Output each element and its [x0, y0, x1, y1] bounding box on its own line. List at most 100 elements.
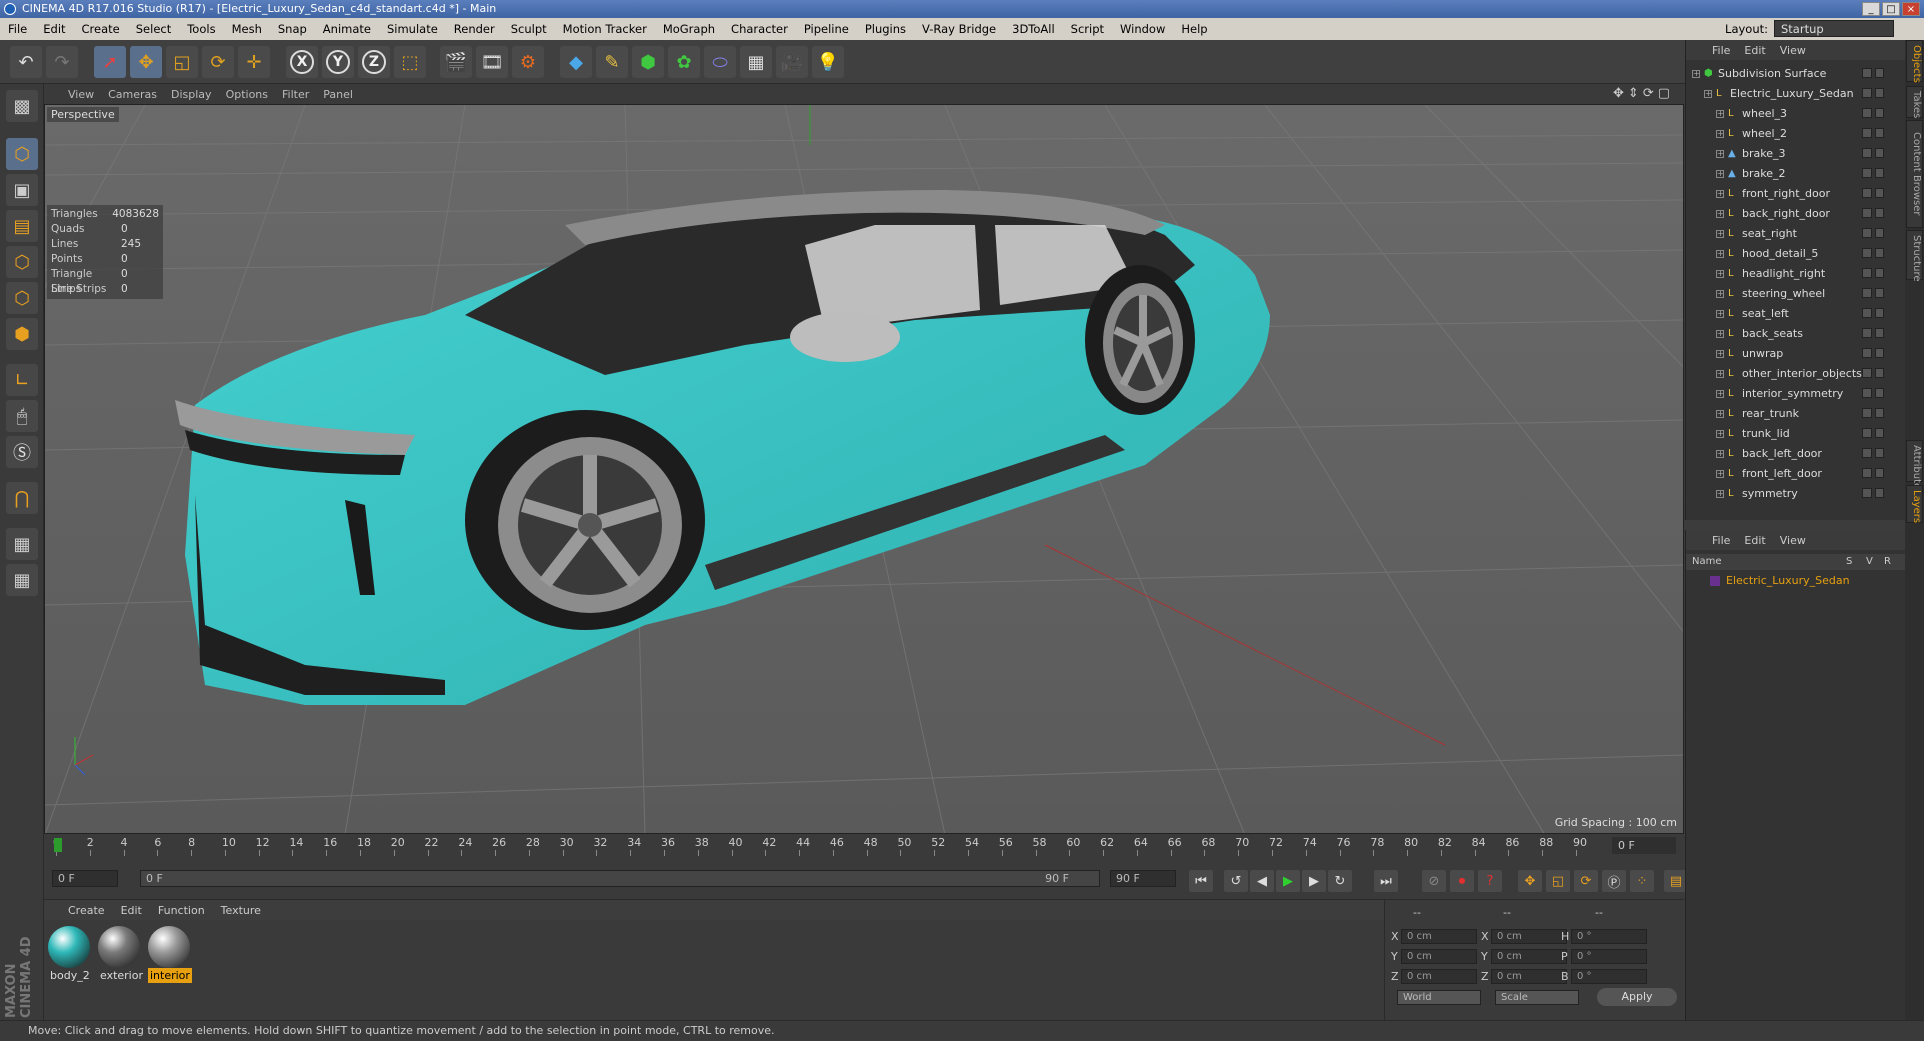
light-icon[interactable]: 💡: [812, 46, 844, 78]
object-row-back-left-door[interactable]: + Lback_left_door: [1686, 444, 1891, 464]
menu-window[interactable]: Window: [1112, 22, 1173, 36]
apply-button[interactable]: Apply: [1597, 988, 1677, 1006]
snap-icon[interactable]: Ⓢ: [6, 436, 38, 468]
render-flag[interactable]: [1874, 248, 1884, 258]
coord-field-rot[interactable]: 0 °: [1571, 929, 1647, 944]
coord-field-pos[interactable]: 0 cm: [1401, 949, 1477, 964]
object-row-brake-3[interactable]: + ▲ brake_3: [1686, 144, 1891, 164]
material-body-2[interactable]: body_2: [48, 926, 92, 983]
axis-mode-icon[interactable]: ∟: [6, 364, 38, 396]
object-menu-view[interactable]: View: [1780, 44, 1806, 57]
visibility-flag[interactable]: [1862, 68, 1872, 78]
render-flag[interactable]: [1874, 488, 1884, 498]
coord-field-rot[interactable]: 0 °: [1571, 969, 1647, 984]
coord-field-rot[interactable]: 0 °: [1571, 949, 1647, 964]
layer-menu-file[interactable]: File: [1712, 534, 1730, 547]
expand-icon[interactable]: +: [1704, 90, 1712, 98]
play-icon[interactable]: ▶: [1276, 870, 1300, 892]
object-row-unwrap[interactable]: + Lunwrap: [1686, 344, 1891, 364]
expand-icon[interactable]: +: [1716, 270, 1724, 278]
object-row-hood-detail-5[interactable]: + Lhood_detail_5: [1686, 244, 1891, 264]
visibility-flag[interactable]: [1862, 428, 1872, 438]
render-picture-viewer-icon[interactable]: 🎞: [476, 46, 508, 78]
expand-icon[interactable]: +: [1692, 70, 1700, 78]
side-tab-objects[interactable]: Objects: [1906, 40, 1923, 83]
viewport-menu-panel[interactable]: Panel: [323, 88, 353, 101]
layout-select[interactable]: Startup: [1774, 20, 1894, 37]
expand-icon[interactable]: +: [1716, 390, 1724, 398]
visibility-flag[interactable]: [1862, 148, 1872, 158]
x-axis-lock-icon[interactable]: X: [286, 46, 318, 78]
object-menu-edit[interactable]: Edit: [1744, 44, 1765, 57]
tweak-mode-icon[interactable]: 🖱: [6, 400, 38, 432]
expand-icon[interactable]: +: [1716, 110, 1724, 118]
object-flags[interactable]: [1862, 168, 1884, 180]
key-parameter-icon[interactable]: Ⓟ: [1602, 870, 1626, 892]
render-flag[interactable]: [1874, 188, 1884, 198]
layer-menu-view[interactable]: View: [1780, 534, 1806, 547]
record-icon[interactable]: ⊘: [1422, 870, 1446, 892]
object-flags[interactable]: [1862, 228, 1884, 240]
render-flag[interactable]: [1874, 268, 1884, 278]
viewport-menu-options[interactable]: Options: [226, 88, 268, 101]
render-flag[interactable]: [1874, 228, 1884, 238]
material-exterior[interactable]: exterior: [98, 926, 143, 983]
y-axis-lock-icon[interactable]: Y: [322, 46, 354, 78]
render-flag[interactable]: [1874, 348, 1884, 358]
visibility-flag[interactable]: [1862, 388, 1872, 398]
live-selection-icon[interactable]: ➚: [94, 46, 126, 78]
object-row-steering-wheel[interactable]: + Lsteering_wheel: [1686, 284, 1891, 304]
menu-3dtoall[interactable]: 3DToAll: [1004, 22, 1063, 36]
layer-menu-edit[interactable]: Edit: [1744, 534, 1765, 547]
object-row-electric-luxury-sedan[interactable]: + L Electric_Luxury_Sedan: [1686, 84, 1891, 104]
end-frame-field[interactable]: 90 F: [1110, 870, 1176, 887]
render-flag[interactable]: [1874, 428, 1884, 438]
side-tab-attributes[interactable]: Attributes: [1906, 440, 1923, 494]
expand-icon[interactable]: +: [1716, 250, 1724, 258]
subdivision-icon[interactable]: ⬢: [632, 46, 664, 78]
render-flag[interactable]: [1874, 168, 1884, 178]
object-row-wheel-2[interactable]: + Lwheel_2: [1686, 124, 1891, 144]
visibility-flag[interactable]: [1862, 488, 1872, 498]
render-flag[interactable]: [1874, 108, 1884, 118]
object-row-wheel-3[interactable]: + Lwheel_3: [1686, 104, 1891, 124]
menu-pipeline[interactable]: Pipeline: [796, 22, 857, 36]
render-flag[interactable]: [1874, 308, 1884, 318]
menu-create[interactable]: Create: [74, 22, 128, 36]
workplane-mode-icon[interactable]: ▤: [6, 210, 38, 242]
floor-grid-icon[interactable]: ▦: [740, 46, 772, 78]
object-flags[interactable]: [1862, 328, 1884, 340]
object-row-interior-symmetry[interactable]: + Linterior_symmetry: [1686, 384, 1891, 404]
expand-icon[interactable]: +: [1716, 150, 1724, 158]
object-flags[interactable]: [1862, 248, 1884, 260]
layer-row[interactable]: Electric_Luxury_Sedan: [1686, 572, 1905, 590]
object-flags[interactable]: [1862, 388, 1884, 400]
coord-field-pos[interactable]: 0 cm: [1401, 929, 1477, 944]
menu-tools[interactable]: Tools: [179, 22, 223, 36]
next-frame-icon[interactable]: ▶: [1302, 870, 1326, 892]
render-view-icon[interactable]: 🎬: [440, 46, 472, 78]
render-flag[interactable]: [1874, 328, 1884, 338]
material-menu-function[interactable]: Function: [158, 904, 205, 917]
menu-animate[interactable]: Animate: [315, 22, 379, 36]
render-flag[interactable]: [1874, 288, 1884, 298]
object-flags[interactable]: [1862, 268, 1884, 280]
visibility-flag[interactable]: [1862, 408, 1872, 418]
render-flag[interactable]: [1874, 208, 1884, 218]
material-menu-texture[interactable]: Texture: [221, 904, 261, 917]
mograph-icon[interactable]: ✿: [668, 46, 700, 78]
viewport-menu-cameras[interactable]: Cameras: [108, 88, 157, 101]
goto-end-icon[interactable]: ⏭: [1374, 870, 1398, 892]
visibility-flag[interactable]: [1862, 108, 1872, 118]
object-flags[interactable]: [1862, 68, 1884, 80]
prev-frame-icon[interactable]: ◀: [1250, 870, 1274, 892]
expand-icon[interactable]: +: [1716, 190, 1724, 198]
edges-mode-icon[interactable]: ⬡: [6, 282, 38, 314]
object-flags[interactable]: [1862, 468, 1884, 480]
pen-spline-icon[interactable]: ✎: [596, 46, 628, 78]
object-flags[interactable]: [1862, 428, 1884, 440]
key-scale-icon[interactable]: ◱: [1546, 870, 1570, 892]
timeline-ruler[interactable]: 0246810121416182022242628303234363840424…: [53, 836, 1596, 856]
current-frame-field[interactable]: 0 F: [1612, 837, 1676, 854]
camera-icon[interactable]: 🎥: [776, 46, 808, 78]
